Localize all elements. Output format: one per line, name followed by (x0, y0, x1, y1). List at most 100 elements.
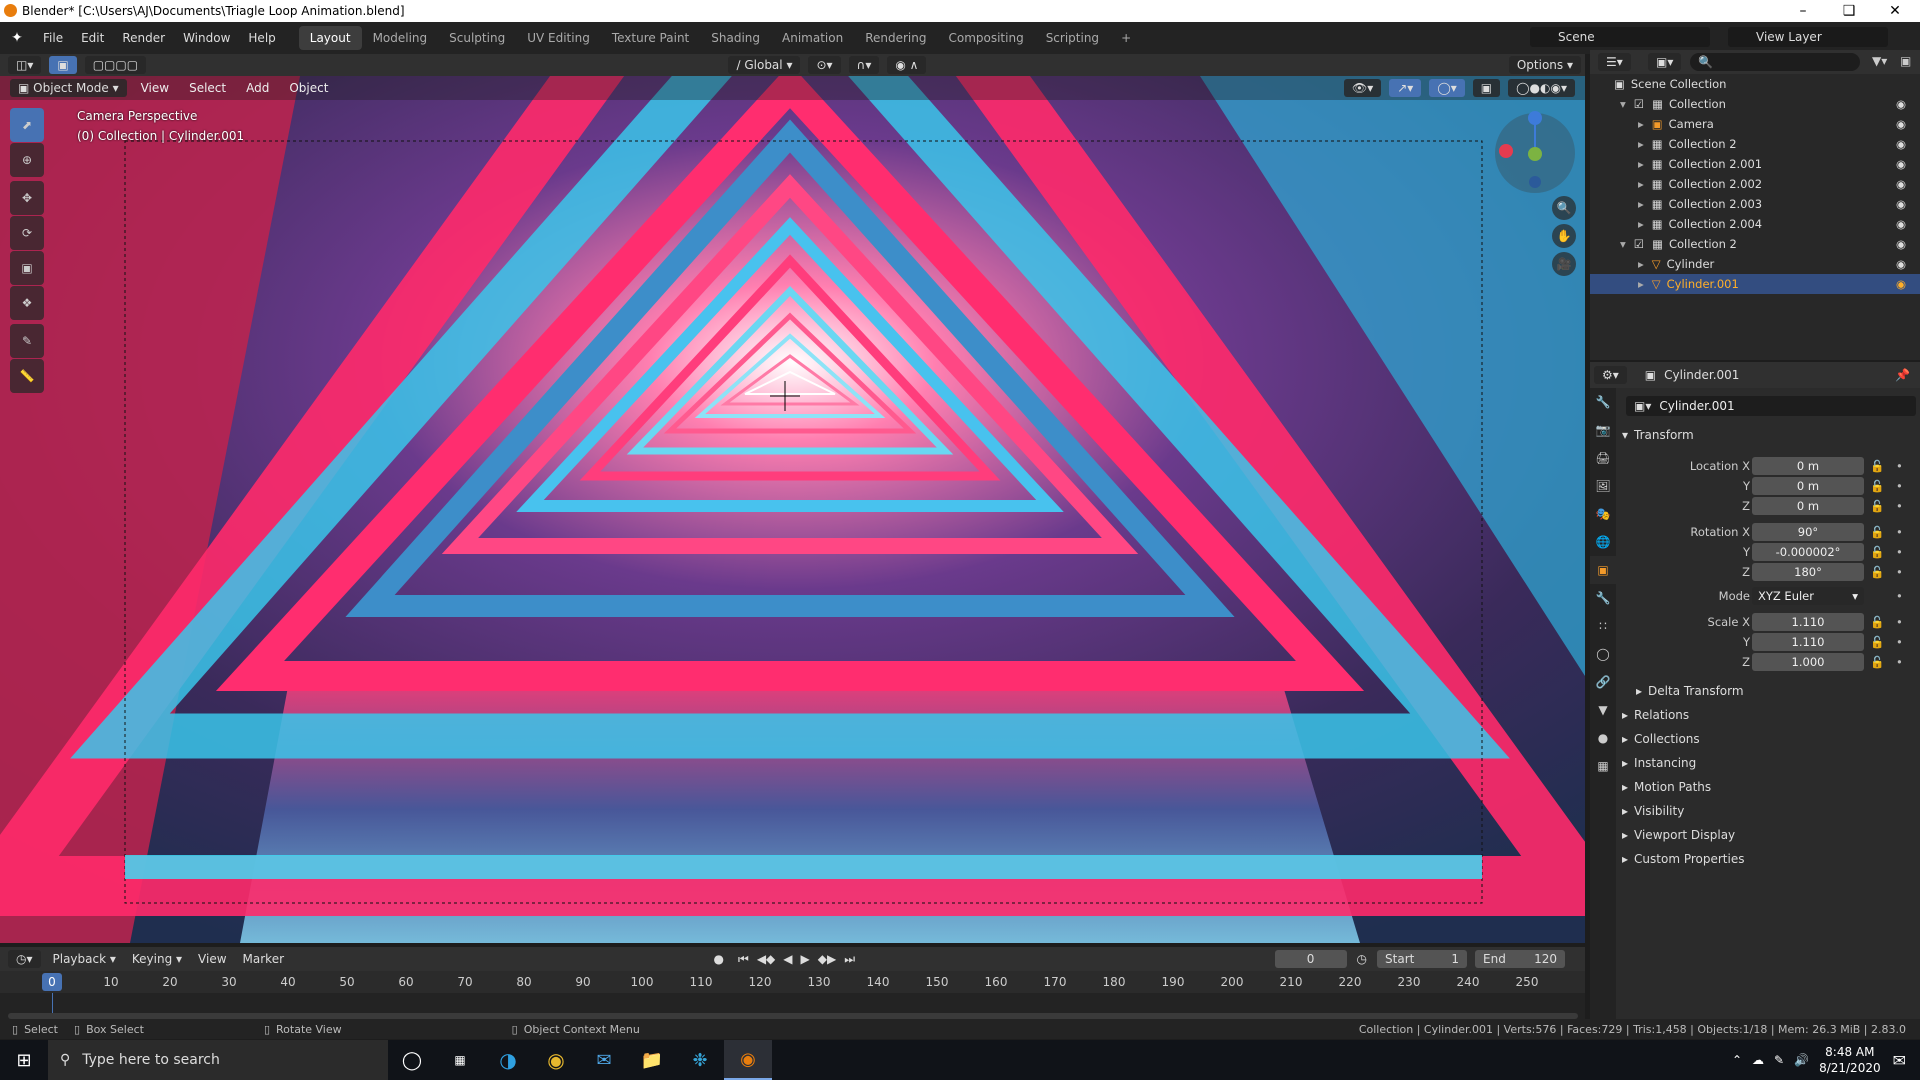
tray-chevron-icon[interactable]: ⌃ (1732, 1053, 1742, 1067)
start-frame-field[interactable]: Start 1 (1377, 950, 1468, 968)
viewport-display-panel-header[interactable]: ▸ Viewport Display (1616, 824, 1920, 846)
select-mode-box-icon[interactable]: ▣ (49, 56, 77, 74)
outliner-item[interactable]: ▾ ☑ ▦ Collection ◉ (1590, 94, 1920, 114)
outliner-item[interactable]: ▸ ▦ Collection 2.004 ◉ (1590, 214, 1920, 234)
options-dropdown[interactable]: Options ▾ (1508, 56, 1581, 74)
object-mode-dropdown[interactable]: ▣ Object Mode ▾ (10, 79, 127, 97)
outliner-item[interactable]: ▸ ▣ Camera ◉ (1590, 114, 1920, 134)
menu-select[interactable]: Select (179, 81, 236, 95)
transform-panel-header[interactable]: ▾ Transform (1616, 424, 1920, 446)
checkbox-icon[interactable]: ☑ (1634, 97, 1644, 111)
rotation-y-field[interactable]: -0.000002° (1752, 543, 1864, 561)
onedrive-icon[interactable]: ☁ (1752, 1053, 1764, 1067)
add-workspace-icon[interactable]: + (1110, 26, 1142, 50)
blender-menu-icon[interactable]: ✦ (0, 30, 34, 46)
menu-help[interactable]: Help (239, 31, 284, 45)
checkbox-icon[interactable]: ☑ (1634, 237, 1644, 251)
motion-paths-panel-header[interactable]: ▸ Motion Paths (1616, 776, 1920, 798)
physics-tab-icon[interactable]: ◯ (1590, 640, 1616, 668)
jump-start-button[interactable]: ⏮ (738, 952, 749, 967)
menu-render[interactable]: Render (113, 31, 174, 45)
render-tab-icon[interactable]: 📷 (1590, 416, 1616, 444)
xray-icon[interactable]: ▣ (1472, 79, 1501, 97)
tab-uv-editing[interactable]: UV Editing (516, 26, 601, 50)
jump-end-button[interactable]: ⏭ (844, 952, 855, 967)
rotate-tool-icon[interactable]: ⟳ (10, 216, 44, 250)
expand-right-icon[interactable]: ▸ (1638, 177, 1644, 191)
location-y-field[interactable]: 0 m (1752, 477, 1864, 495)
scene-selector[interactable]: Scene (1530, 27, 1710, 47)
cortana-icon[interactable]: ◯ (388, 1040, 436, 1080)
visibility-eye-icon[interactable]: ◉ (1896, 97, 1906, 111)
menu-add[interactable]: Add (236, 81, 279, 95)
menu-object[interactable]: Object (279, 81, 338, 95)
taskbar-clock[interactable]: 8:48 AM 8/21/2020 (1819, 1044, 1881, 1076)
object-name-field[interactable]: ▣▾ Cylinder.001 (1626, 396, 1916, 416)
lock-icon[interactable]: 🔓 (1870, 635, 1884, 649)
collections-panel-header[interactable]: ▸ Collections (1616, 728, 1920, 750)
custom-properties-panel-header[interactable]: ▸ Custom Properties (1616, 848, 1920, 870)
constraints-tab-icon[interactable]: 🔗 (1590, 668, 1616, 696)
visibility-eye-icon[interactable]: ◉ (1896, 217, 1906, 231)
output-tab-icon[interactable]: 🖨 (1590, 444, 1616, 472)
frame-ruler[interactable]: 0 10 20 30 40 50 60 70 80 90 100 110 120 130 140 150 16… (0, 971, 1585, 993)
pin-icon[interactable]: 📌 (1895, 368, 1910, 382)
lock-icon[interactable]: 🔓 (1870, 479, 1884, 493)
tab-rendering[interactable]: Rendering (854, 26, 937, 50)
outliner-search-input[interactable]: 🔍 (1690, 53, 1860, 71)
taskbar-search-input[interactable]: ⚲ Type here to search (48, 1040, 388, 1080)
file-explorer-icon[interactable]: 📁 (628, 1040, 676, 1080)
outliner-item[interactable]: ▸ ▽ Cylinder ◉ (1590, 254, 1920, 274)
tab-modeling[interactable]: Modeling (362, 26, 439, 50)
texture-tab-icon[interactable]: ▦ (1590, 752, 1616, 780)
data-tab-icon[interactable]: ▼ (1590, 696, 1616, 724)
overlays-icon[interactable]: ◯▾ (1429, 79, 1465, 97)
pan-hand-icon[interactable]: ✋ (1552, 224, 1576, 248)
location-z-field[interactable]: 0 m (1752, 497, 1864, 515)
record-button[interactable]: ● (714, 952, 724, 966)
new-collection-icon[interactable]: ▣ (1900, 54, 1911, 68)
expand-right-icon[interactable]: ▸ (1638, 257, 1644, 271)
tab-animation[interactable]: Animation (771, 26, 854, 50)
play-reverse-button[interactable]: ◀ (783, 952, 792, 966)
object-tab-icon[interactable]: ▣ (1590, 556, 1616, 584)
tab-layout[interactable]: Layout (298, 26, 362, 50)
keying-menu[interactable]: Keying ▾ (124, 952, 190, 966)
edge-icon[interactable]: ◑ (484, 1040, 532, 1080)
end-frame-field[interactable]: End 120 (1475, 950, 1566, 968)
cursor-tool-icon[interactable]: ⊕ (10, 143, 44, 177)
expand-right-icon[interactable]: ▸ (1638, 197, 1644, 211)
outliner-item[interactable]: ▸ ▦ Collection 2.002 ◉ (1590, 174, 1920, 194)
location-x-field[interactable]: 0 m (1752, 457, 1864, 475)
visibility-eye-icon[interactable]: ◉ (1896, 117, 1906, 131)
pen-icon[interactable]: ✎ (1774, 1053, 1784, 1067)
lock-icon[interactable]: 🔓 (1870, 545, 1884, 559)
scale-x-field[interactable]: 1.110 (1752, 613, 1864, 631)
delta-transform-header[interactable]: ▸ Delta Transform (1630, 680, 1920, 702)
rotation-x-field[interactable]: 90° (1752, 523, 1864, 541)
minimize-button[interactable]: – (1780, 0, 1826, 22)
move-tool-icon[interactable]: ✥ (10, 181, 44, 215)
select-modes-icon[interactable]: ▢▢▢▢ (84, 56, 147, 74)
lock-icon[interactable]: 🔓 (1870, 565, 1884, 579)
tab-scripting[interactable]: Scripting (1035, 26, 1110, 50)
modifier-tab-icon[interactable]: 🔧 (1590, 584, 1616, 612)
visibility-eye-icon[interactable]: ◉ (1896, 137, 1906, 151)
visibility-eye-icon[interactable]: ◉ (1896, 157, 1906, 171)
scene-collection-row[interactable]: ▣ Scene Collection (1590, 74, 1920, 94)
scale-tool-icon[interactable]: ▣ (10, 251, 44, 285)
task-view-icon[interactable]: ▦ (436, 1040, 484, 1080)
visibility-panel-header[interactable]: ▸ Visibility (1616, 800, 1920, 822)
visibility-eye-icon[interactable]: ◉ (1896, 237, 1906, 251)
view-layer-selector[interactable]: View Layer (1728, 27, 1888, 47)
expand-right-icon[interactable]: ▸ (1638, 117, 1644, 131)
particles-tab-icon[interactable]: ∷ (1590, 612, 1616, 640)
expand-right-icon[interactable]: ▸ (1638, 277, 1644, 291)
tab-sculpting[interactable]: Sculpting (438, 26, 516, 50)
mail-icon[interactable]: ✉ (580, 1040, 628, 1080)
expand-right-icon[interactable]: ▸ (1638, 137, 1644, 151)
chrome-icon[interactable]: ◉ (532, 1040, 580, 1080)
measure-tool-icon[interactable]: 📏 (10, 359, 44, 393)
visibility-eye-icon[interactable]: ◉ (1896, 197, 1906, 211)
start-button-icon[interactable]: ⊞ (0, 1040, 48, 1080)
